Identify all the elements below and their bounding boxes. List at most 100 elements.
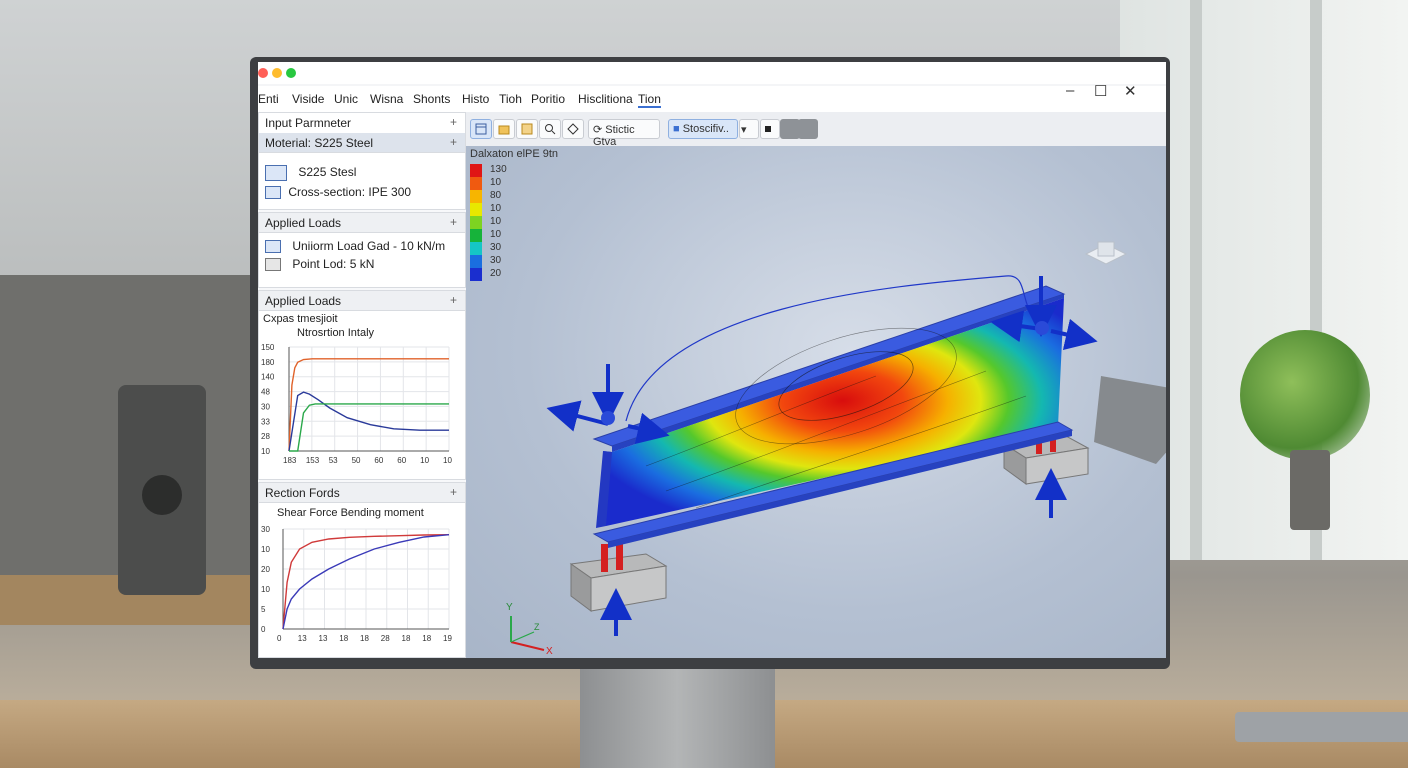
menu-item-active[interactable]: Tion [638, 92, 661, 108]
close-window-button[interactable]: ✕ [1124, 82, 1137, 100]
material-icon [265, 165, 287, 181]
y-tick-label: 30 [261, 402, 270, 411]
uniform-load-label: Uniiorm Load Gad - 10 kN/m [292, 239, 446, 253]
material-header-label: Moterial: S225 Steel [265, 136, 374, 150]
x-tick-label: 10 [443, 456, 452, 465]
material-header[interactable]: Moterial: S225 Steel + [259, 133, 465, 153]
panel-title: Applied Loads [265, 216, 342, 230]
plant-pot [1290, 450, 1330, 530]
uniform-load-row[interactable]: Uniiorm Load Gad - 10 kN/m [265, 239, 446, 254]
x-tick-label: 10 [420, 456, 429, 465]
title-bar [258, 62, 1166, 84]
square-button[interactable] [780, 119, 800, 139]
panel-header[interactable]: Applied Loads + [259, 291, 465, 311]
shape-button[interactable] [562, 119, 584, 139]
zoom-button[interactable] [539, 119, 561, 139]
maximize-dot[interactable] [286, 68, 296, 78]
simulation-dropdown[interactable]: ▾ [739, 119, 759, 139]
load-chart: 183 153 53 50 60 60 10 10 150 180 140 48 30 33 28 10 [261, 343, 452, 465]
cross-section-icon [265, 186, 281, 200]
panel-title: Input Parmneter [265, 116, 352, 130]
x-tick-label: 153 [306, 456, 320, 465]
chart-caption: Shear Force Bending moment [277, 507, 424, 519]
app-window: Enti Viside Unic Wisna Shonts Histo Tioh… [258, 62, 1166, 658]
expand-icon[interactable]: + [450, 485, 457, 499]
y-tick-label: 28 [261, 432, 270, 441]
menu-item[interactable]: Wisna [370, 92, 403, 106]
menu-item[interactable]: Poritio [531, 92, 565, 106]
sidebar: Input Parmneter + Moterial: S225 Steel +… [258, 112, 466, 658]
i-beam [592, 285, 1074, 548]
minimize-window-button[interactable]: – [1066, 82, 1074, 99]
y-tick-label: 180 [261, 358, 275, 367]
maximize-window-button[interactable]: ☐ [1094, 82, 1107, 100]
simulation-label: Stoscifiv.. [682, 123, 729, 135]
applied-loads-panel: Applied Loads + Uniiorm Load Gad - 10 kN… [258, 212, 466, 288]
plant [1240, 330, 1370, 460]
y-tick-label: 10 [261, 447, 270, 456]
expand-icon[interactable]: + [450, 135, 457, 149]
square-button[interactable] [798, 119, 818, 139]
dot-icon [765, 126, 771, 132]
node-button[interactable] [760, 119, 780, 139]
menu-item[interactable]: Enti [258, 92, 279, 106]
force-chart: 0 13 13 18 18 28 18 18 19 30 10 20 10 5 0 [261, 525, 452, 643]
simulation-icon: ■ [673, 123, 680, 135]
static-view-button[interactable]: ⟳ Stictic Gtva [588, 119, 660, 148]
menu-bar: Enti Viside Unic Wisna Shonts Histo Tioh… [258, 82, 1166, 112]
y-tick-label: 5 [261, 605, 266, 614]
close-dot[interactable] [258, 68, 268, 78]
menu-item[interactable]: Viside [292, 92, 324, 106]
x-tick-label: 13 [298, 634, 307, 643]
y-tick-label: 150 [261, 343, 275, 352]
view-cube-icon[interactable] [1084, 241, 1128, 265]
results-icon [475, 123, 487, 135]
open-button[interactable] [493, 119, 515, 139]
panel-header[interactable]: Rection Fords + [259, 483, 465, 503]
viewport-toolbar: ⟳ Stictic Gtva ■ Stoscifiv.. ▾ [466, 112, 1166, 148]
cross-section-row[interactable]: Cross-section: IPE 300 [265, 185, 411, 200]
panel-title: Applied Loads [265, 294, 342, 308]
laptop [1235, 712, 1408, 742]
series-line [289, 403, 449, 452]
menu-item[interactable]: Histo [462, 92, 489, 106]
load-icon [265, 258, 281, 272]
panel-title: Rection Fords [265, 486, 340, 500]
speaker [118, 385, 206, 595]
y-tick-label: 0 [261, 625, 266, 634]
expand-icon[interactable]: + [450, 115, 457, 129]
x-tick-label: 13 [319, 634, 328, 643]
point-load-row[interactable]: Point Lod: 5 kN [265, 257, 375, 272]
x-tick-label: 19 [443, 634, 452, 643]
y-tick-label: 10 [261, 545, 270, 554]
axis-label-y: Y [506, 602, 513, 613]
menu-item[interactable]: Shonts [413, 92, 450, 106]
axis-label-x: X [546, 646, 553, 657]
simulation-select[interactable]: ■ Stoscifiv.. [668, 119, 738, 139]
input-parameter-panel: Input Parmneter + Moterial: S225 Steel +… [258, 112, 466, 210]
save-button[interactable] [516, 119, 538, 139]
results-button[interactable] [470, 119, 492, 139]
x-tick-label: 50 [352, 456, 361, 465]
y-tick-label: 10 [261, 585, 270, 594]
menu-item[interactable]: Unic [334, 92, 358, 106]
menu-item[interactable]: Tioh [499, 92, 522, 106]
expand-icon[interactable]: + [450, 293, 457, 307]
reaction-forces-panel: Rection Fords + Shear Force Bending mome… [258, 482, 466, 658]
expand-icon[interactable]: + [450, 215, 457, 229]
folder-icon [498, 125, 510, 135]
x-tick-label: 53 [329, 456, 338, 465]
material-row[interactable]: S225 Stesl [265, 165, 356, 181]
chart-subcaption: Ntrosrtion Intaly [297, 327, 375, 339]
minimize-dot[interactable] [272, 68, 282, 78]
x-tick-label: 183 [283, 456, 297, 465]
3d-viewport[interactable]: Dalxaton elPE 9tn 130 10 80 10 10 10 30 … [466, 146, 1166, 658]
point-load-label: Point Lod: 5 kN [292, 257, 375, 271]
panel-header[interactable]: Applied Loads + [259, 213, 465, 233]
panel-header[interactable]: Input Parmneter + [259, 113, 465, 133]
chart-caption: Cxpas tmesjioit [263, 313, 338, 325]
shape-icon [567, 123, 579, 135]
y-tick-label: 33 [261, 417, 270, 426]
support-block-left [569, 542, 668, 612]
menu-item[interactable]: Hisclitiona [578, 92, 633, 106]
